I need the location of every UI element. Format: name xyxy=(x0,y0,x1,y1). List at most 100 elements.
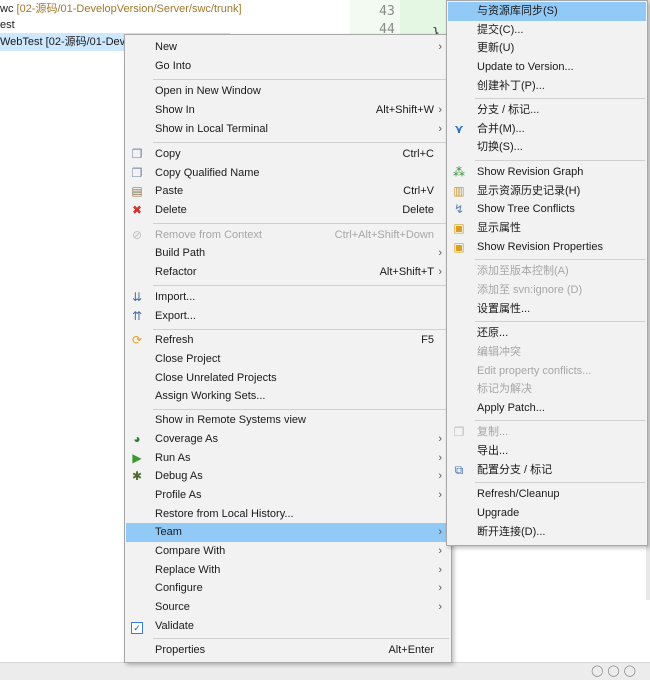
menu-label: 编辑冲突 xyxy=(477,346,521,358)
menu-item-export[interactable]: ⇈ Export... xyxy=(126,307,450,326)
menu-label: Refactor xyxy=(155,266,197,278)
menu-item-coverage-as[interactable]: ◕ Coverage As › xyxy=(126,430,450,449)
submenu-item-upgrade[interactable]: Upgrade xyxy=(448,504,646,523)
chevron-right-icon: › xyxy=(438,433,442,445)
menu-separator xyxy=(153,329,449,330)
menu-item-new[interactable]: New › xyxy=(126,38,450,57)
submenu-item-add-version-control[interactable]: 添加至版本控制(A) xyxy=(448,262,646,281)
menu-label: 与资源库同步(S) xyxy=(477,5,558,17)
delete-icon: ✖ xyxy=(131,203,143,217)
submenu-item-revision-graph[interactable]: ⁂ Show Revision Graph xyxy=(448,163,646,182)
submenu-item-disconnect[interactable]: 断开连接(D)... xyxy=(448,523,646,542)
menu-item-paste[interactable]: ▤ Paste Ctrl+V xyxy=(126,182,450,201)
status-bar xyxy=(0,662,650,680)
submenu-item-tree-conflicts[interactable]: ↯ Show Tree Conflicts xyxy=(448,200,646,219)
tree-conflicts-icon: ↯ xyxy=(453,202,465,216)
menu-label: 添加至 svn:ignore (D) xyxy=(477,284,583,296)
menu-label: 创建补丁(P)... xyxy=(477,80,545,92)
menu-item-refresh[interactable]: ⟳ Refresh F5 xyxy=(126,331,450,350)
menu-item-copy-qualified-name[interactable]: ❐ Copy Qualified Name xyxy=(126,164,450,183)
menu-item-validate[interactable]: ✓ Validate xyxy=(126,617,450,636)
menu-label: Apply Patch... xyxy=(477,402,545,414)
submenu-item-commit[interactable]: 提交(C)... xyxy=(448,21,646,40)
menu-item-assign-working-sets[interactable]: Assign Working Sets... xyxy=(126,387,450,406)
menu-item-show-remote-systems[interactable]: Show in Remote Systems view xyxy=(126,411,450,430)
tree-row-test[interactable]: est xyxy=(0,16,15,34)
menu-label: Assign Working Sets... xyxy=(155,390,266,402)
menu-separator xyxy=(153,142,449,143)
menu-item-show-in[interactable]: Show In Alt+Shift+W › xyxy=(126,101,450,120)
menu-label: Edit property conflicts... xyxy=(477,365,592,377)
submenu-item-update[interactable]: 更新(U) xyxy=(448,39,646,58)
menu-separator xyxy=(475,321,645,322)
submenu-item-set-property[interactable]: 设置属性... xyxy=(448,300,646,319)
submenu-item-show-history[interactable]: ▥ 显示资源历史记录(H) xyxy=(448,182,646,201)
submenu-item-update-to-version[interactable]: Update to Version... xyxy=(448,58,646,77)
menu-item-profile-as[interactable]: Profile As › xyxy=(126,486,450,505)
paste-icon: ▤ xyxy=(131,184,143,198)
menu-label: 配置分支 / 标记 xyxy=(477,464,553,476)
submenu-item-branch-tag[interactable]: 分支 / 标记... xyxy=(448,101,646,120)
menu-item-replace-with[interactable]: Replace With › xyxy=(126,561,450,580)
submenu-item-revert[interactable]: 还原... xyxy=(448,324,646,343)
menu-item-go-into[interactable]: Go Into xyxy=(126,57,450,76)
menu-label: 还原... xyxy=(477,327,509,339)
submenu-item-switch[interactable]: 切换(S)... xyxy=(448,138,646,157)
menu-label: Update to Version... xyxy=(477,61,574,73)
chevron-right-icon: › xyxy=(438,266,442,278)
menu-item-source[interactable]: Source › xyxy=(126,598,450,617)
menu-item-close-unrelated-projects[interactable]: Close Unrelated Projects xyxy=(126,369,450,388)
menu-label: 合并(M)... xyxy=(477,123,525,135)
menu-item-show-local-terminal[interactable]: Show in Local Terminal › xyxy=(126,120,450,139)
submenu-item-copy[interactable]: ❐ 复制... xyxy=(448,423,646,442)
submenu-item-export[interactable]: 导出... xyxy=(448,442,646,461)
submenu-item-refresh-cleanup[interactable]: Refresh/Cleanup xyxy=(448,485,646,504)
menu-separator xyxy=(475,160,645,161)
menu-item-configure[interactable]: Configure › xyxy=(126,579,450,598)
menu-label: Export... xyxy=(155,310,196,322)
submenu-item-create-patch[interactable]: 创建补丁(P)... xyxy=(448,77,646,96)
menu-label: Go Into xyxy=(155,60,192,72)
submenu-item-revision-properties[interactable]: ▣ Show Revision Properties xyxy=(448,238,646,257)
menu-item-import[interactable]: ⇊ Import... xyxy=(126,288,450,307)
menu-item-restore-local-history[interactable]: Restore from Local History... xyxy=(126,505,450,524)
submenu-item-edit-property-conflicts[interactable]: Edit property conflicts... xyxy=(448,362,646,381)
checkbox-icon: ✓ xyxy=(129,619,145,634)
submenu-item-merge[interactable]: ⋎ 合并(M)... xyxy=(448,120,646,139)
submenu-item-show-properties[interactable]: ▣ 显示属性 xyxy=(448,219,646,238)
menu-item-build-path[interactable]: Build Path › xyxy=(126,244,450,263)
menu-item-copy[interactable]: ❐ Copy Ctrl+C xyxy=(126,145,450,164)
menu-label: 复制... xyxy=(477,426,509,438)
team-submenu: 与资源库同步(S) 提交(C)... 更新(U) Update to Versi… xyxy=(446,0,648,546)
menu-item-properties[interactable]: Properties Alt+Enter xyxy=(126,641,450,660)
menu-item-remove-from-context[interactable]: ⊘ Remove from Context Ctrl+Alt+Shift+Dow… xyxy=(126,226,450,245)
submenu-item-configure-branches[interactable]: ⧉ 配置分支 / 标记 xyxy=(448,461,646,480)
submenu-item-mark-resolved[interactable]: 标记为解决 xyxy=(448,380,646,399)
menu-item-run-as[interactable]: ▶ Run As › xyxy=(126,449,450,468)
menu-label: Replace With xyxy=(155,564,221,576)
submenu-item-synchronize[interactable]: 与资源库同步(S) xyxy=(448,2,646,21)
menu-item-close-project[interactable]: Close Project xyxy=(126,350,450,369)
menu-separator xyxy=(153,638,449,639)
menu-label: 断开连接(D)... xyxy=(477,526,546,538)
chevron-right-icon: › xyxy=(438,564,442,576)
menu-label: Show Revision Graph xyxy=(477,166,584,178)
menu-item-delete[interactable]: ✖ Delete Delete xyxy=(126,201,450,220)
submenu-item-edit-conflicts[interactable]: 编辑冲突 xyxy=(448,343,646,362)
menu-shortcut: Alt+Shift+T xyxy=(379,266,434,278)
menu-label: Open in New Window xyxy=(155,85,261,97)
menu-label: Copy xyxy=(155,148,181,160)
menu-item-open-new-window[interactable]: Open in New Window xyxy=(126,82,450,101)
submenu-item-apply-patch[interactable]: Apply Patch... xyxy=(448,399,646,418)
tree-row-swc[interactable]: wc [02-源码/01-DevelopVersion/Server/swc/t… xyxy=(0,0,242,18)
menu-item-compare-with[interactable]: Compare With › xyxy=(126,542,450,561)
menu-label: Upgrade xyxy=(477,507,520,519)
merge-icon: ⋎ xyxy=(454,122,464,136)
menu-label: Show in Local Terminal xyxy=(155,123,268,135)
menu-item-debug-as[interactable]: ✱ Debug As › xyxy=(126,467,450,486)
menu-item-team[interactable]: Team › xyxy=(126,523,450,542)
chevron-right-icon: › xyxy=(438,526,442,538)
submenu-item-add-svn-ignore[interactable]: 添加至 svn:ignore (D) xyxy=(448,281,646,300)
menu-item-refactor[interactable]: Refactor Alt+Shift+T › xyxy=(126,263,450,282)
menu-separator xyxy=(153,223,449,224)
